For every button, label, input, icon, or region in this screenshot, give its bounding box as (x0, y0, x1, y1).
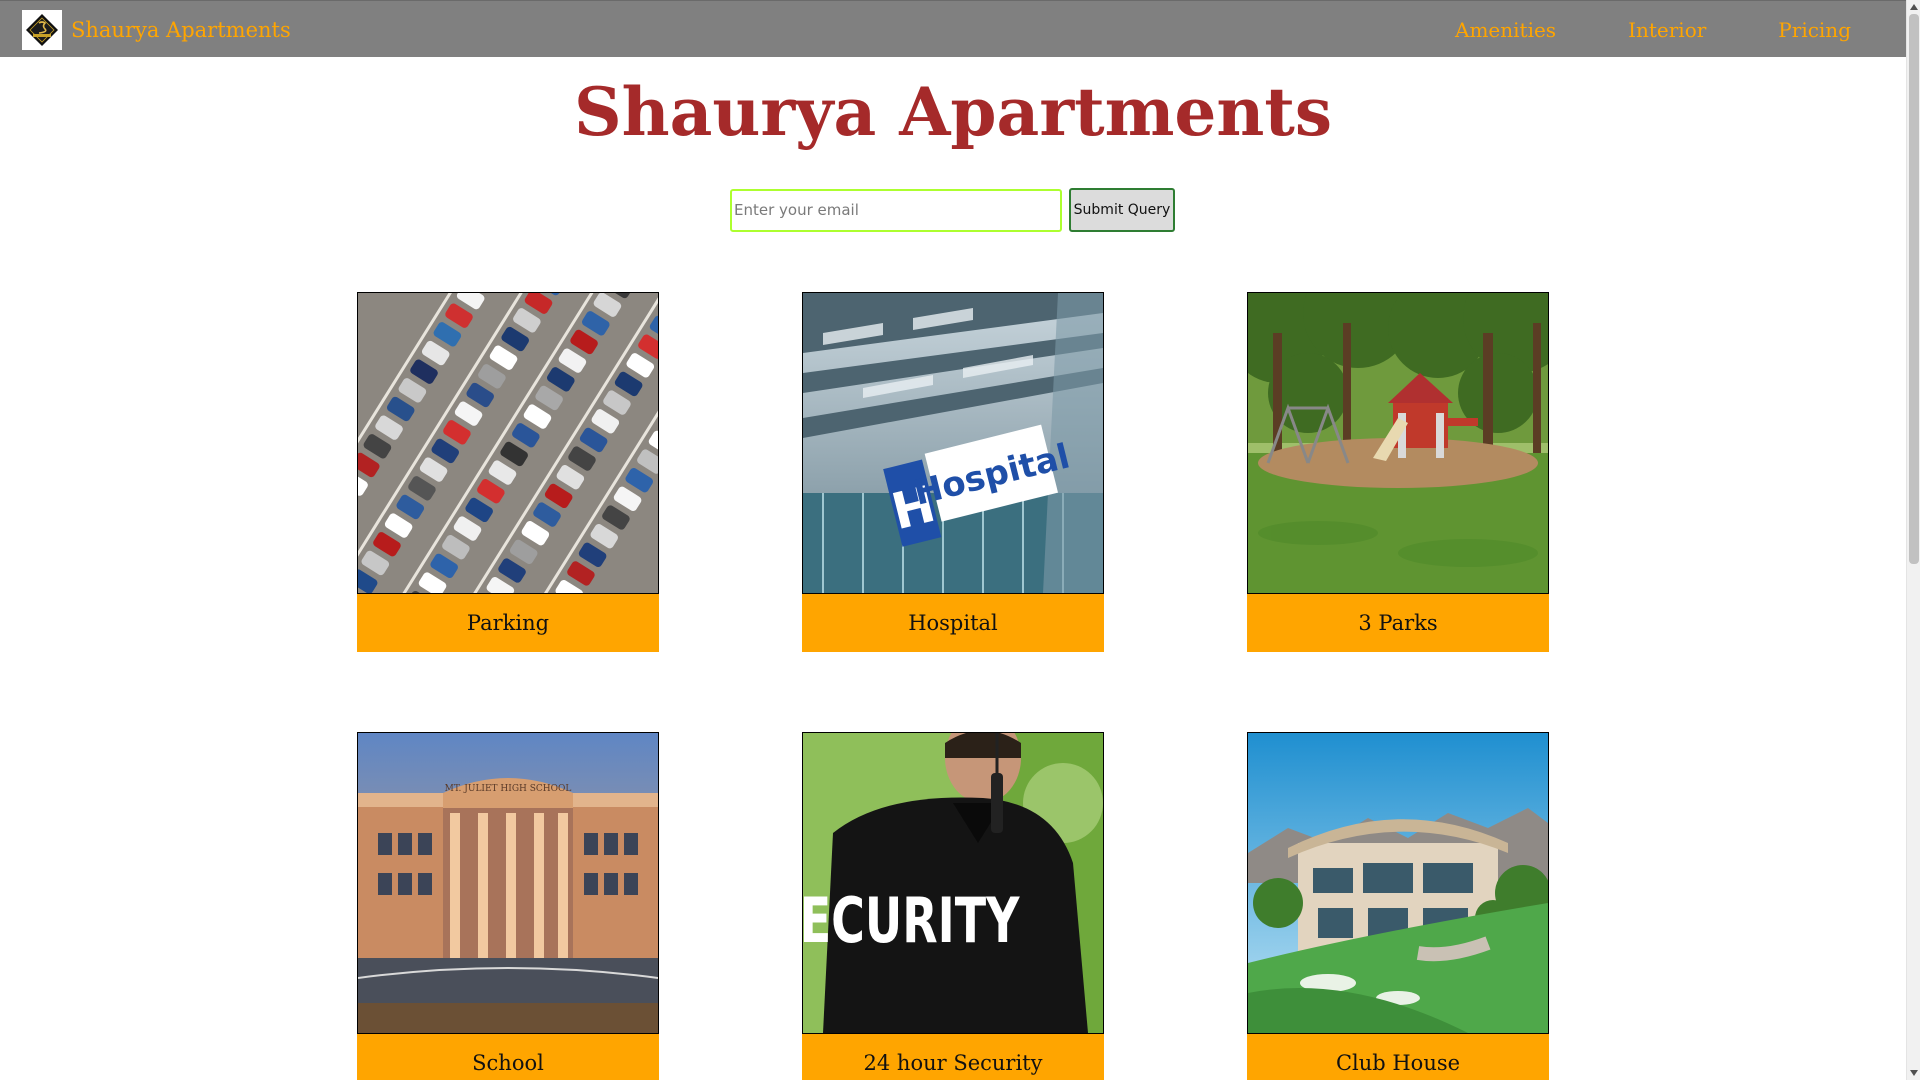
club-house-photo (1247, 732, 1549, 1034)
parking-lot-photo (357, 292, 659, 594)
scroll-down-arrow-icon[interactable] (1907, 1066, 1920, 1080)
amenity-label: 3 Parks (1247, 594, 1549, 652)
submit-query-button[interactable]: Submit Query (1069, 188, 1175, 232)
amenity-label: School (357, 1034, 659, 1080)
amenity-card-school[interactable]: MT. JULIET HIGH SCHOOL School (357, 732, 659, 1080)
nav-links: Amenities Interior Pricing (1383, 1, 1851, 58)
amenity-label: Parking (357, 594, 659, 652)
amenity-label: Club House (1247, 1034, 1549, 1080)
page: Shaurya Apartments Amenities Interior Pr… (0, 0, 1920, 1080)
amenity-card-hospital[interactable]: H Hospital Hospital (802, 292, 1104, 652)
amenity-card-parks[interactable]: 3 Parks (1247, 292, 1549, 652)
building-logo-icon (22, 10, 62, 50)
amenity-card-parking[interactable]: Parking (357, 292, 659, 652)
security-guard-photo: SECURITY (802, 732, 1104, 1034)
email-input[interactable] (730, 188, 1062, 232)
security-jacket-text: SECURITY (803, 884, 1021, 957)
page-title: Shaurya Apartments (573, 73, 1333, 151)
brand-link[interactable]: Shaurya Apartments (22, 10, 291, 50)
nav-link-pricing[interactable]: Pricing (1778, 18, 1851, 42)
school-building-photo: MT. JULIET HIGH SCHOOL (357, 732, 659, 1034)
park-playground-photo (1247, 292, 1549, 594)
brand-name: Shaurya Apartments (71, 18, 291, 42)
nav-link-interior[interactable]: Interior (1628, 18, 1706, 42)
navbar: Shaurya Apartments Amenities Interior Pr… (0, 0, 1906, 57)
scrollbar-thumb[interactable] (1909, 14, 1919, 564)
amenity-label: Hospital (802, 594, 1104, 652)
scroll-up-arrow-icon[interactable] (1907, 0, 1920, 14)
amenity-card-club-house[interactable]: Club House (1247, 732, 1549, 1080)
amenity-card-security[interactable]: SECURITY 24 hour Security (802, 732, 1104, 1080)
hospital-sign-photo: H Hospital (802, 292, 1104, 594)
vertical-scrollbar[interactable] (1906, 0, 1920, 1080)
email-subscribe-form: Submit Query (730, 188, 1175, 232)
amenity-label: 24 hour Security (802, 1034, 1104, 1080)
school-sign-text: MT. JULIET HIGH SCHOOL (445, 784, 572, 794)
nav-link-amenities[interactable]: Amenities (1455, 18, 1556, 42)
